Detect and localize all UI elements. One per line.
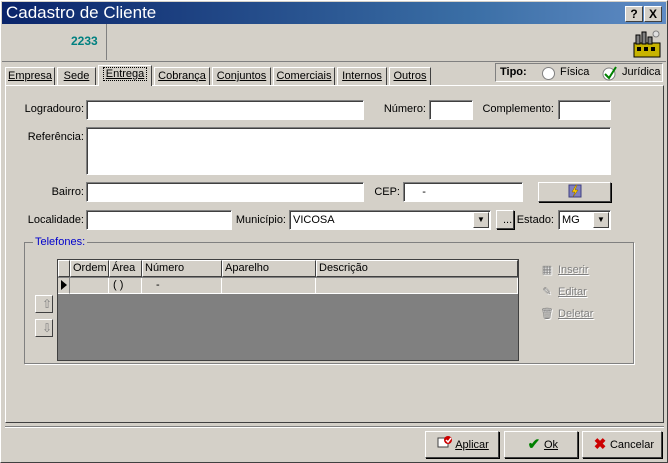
tipo-label: Tipo: bbox=[500, 66, 527, 78]
insert-icon: ▦ bbox=[541, 264, 553, 276]
cep-input[interactable]: - bbox=[403, 182, 523, 202]
code-panel: 2233 bbox=[3, 24, 107, 60]
estado-value: MG bbox=[562, 214, 580, 226]
close-icon: ✖ bbox=[593, 436, 607, 454]
numero-input[interactable] bbox=[429, 100, 473, 120]
check-icon[interactable] bbox=[602, 66, 618, 81]
ok-button[interactable]: ✔ Ok bbox=[504, 431, 578, 458]
factory-icon bbox=[633, 30, 661, 58]
cep-search-button[interactable] bbox=[538, 182, 611, 202]
apply-icon bbox=[435, 433, 455, 457]
col-numero[interactable]: Número bbox=[142, 260, 222, 277]
logradouro-label: Logradouro: bbox=[24, 103, 84, 115]
telefones-group: Telefones: ⇧ ⇩ Ordem Área Número Aparelh… bbox=[24, 236, 634, 364]
help-button[interactable]: ? bbox=[625, 6, 643, 22]
cell-area[interactable]: ( ) bbox=[109, 278, 142, 294]
cell-numero[interactable]: - bbox=[142, 278, 222, 294]
estado-label: Estado: bbox=[516, 214, 554, 226]
trash-icon: 🗑 bbox=[540, 308, 554, 320]
complemento-input[interactable] bbox=[558, 100, 611, 120]
localidade-input[interactable] bbox=[86, 210, 232, 230]
bairro-label: Bairro: bbox=[51, 186, 84, 198]
radio-fisica[interactable] bbox=[542, 67, 555, 80]
tipo-group: Tipo: Física Jurídica bbox=[495, 63, 663, 82]
cancelar-button[interactable]: ✖ Cancelar bbox=[582, 431, 662, 458]
cell-descricao[interactable] bbox=[316, 278, 518, 294]
referencia-textarea[interactable] bbox=[86, 127, 611, 175]
localidade-label: Localidade: bbox=[27, 214, 84, 226]
close-button[interactable]: X bbox=[644, 6, 662, 22]
table-row[interactable] bbox=[70, 278, 109, 294]
inserir-button[interactable]: ▦ Inserir bbox=[539, 263, 589, 276]
check-icon: ✔ bbox=[527, 436, 541, 454]
header-area: 2233 bbox=[2, 24, 666, 62]
tab-internos[interactable]: Internos bbox=[337, 67, 387, 85]
col-aparelho[interactable]: Aparelho bbox=[222, 260, 316, 277]
col-ordem[interactable]: Ordem bbox=[70, 260, 109, 277]
estado-select[interactable]: MG ▼ bbox=[558, 210, 611, 230]
logradouro-input[interactable] bbox=[86, 100, 364, 120]
juridica-label: Jurídica bbox=[622, 66, 661, 78]
tab-cobranca[interactable]: Cobrança bbox=[154, 67, 210, 85]
fisica-label: Física bbox=[560, 66, 590, 78]
tab-empresa[interactable]: Empresa bbox=[5, 67, 55, 85]
tab-sede[interactable]: Sede bbox=[57, 67, 96, 85]
edit-icon: ✎ bbox=[542, 286, 552, 298]
title-bar: Cadastro de Cliente ? X bbox=[2, 2, 666, 24]
col-area[interactable]: Área bbox=[109, 260, 142, 277]
aplicar-button[interactable]: Aplicar bbox=[425, 431, 499, 458]
numero-label: Número: bbox=[383, 103, 426, 115]
lightning-icon bbox=[568, 184, 581, 198]
move-down-icon[interactable]: ⇩ bbox=[35, 319, 53, 337]
grid-corner bbox=[58, 260, 70, 277]
tab-conjuntos[interactable]: Conjuntos bbox=[212, 67, 271, 85]
municipio-lookup-button[interactable]: ... bbox=[496, 210, 514, 229]
chevron-down-icon[interactable]: ▼ bbox=[593, 212, 609, 228]
complemento-label: Complemento: bbox=[482, 103, 554, 115]
telefones-grid[interactable]: Ordem Área Número Aparelho Descrição ( )… bbox=[57, 259, 519, 361]
deletar-button[interactable]: 🗑 Deletar bbox=[539, 307, 593, 320]
cadastro-window: Cadastro de Cliente ? X 2233 Empresa Sed… bbox=[0, 0, 668, 463]
col-descricao[interactable]: Descrição bbox=[316, 260, 518, 277]
bairro-input[interactable] bbox=[86, 182, 364, 202]
municipio-label: Município: bbox=[235, 214, 286, 226]
row-indicator-icon[interactable] bbox=[58, 278, 70, 294]
tab-entrega[interactable]: Entrega bbox=[98, 65, 152, 86]
editar-button[interactable]: ✎ Editar bbox=[539, 285, 586, 298]
cep-label: CEP: bbox=[374, 186, 400, 198]
entrega-panel: Logradouro: Número: Complemento: Referên… bbox=[5, 85, 664, 423]
cell-aparelho[interactable] bbox=[222, 278, 316, 294]
tab-comerciais[interactable]: Comerciais bbox=[273, 67, 335, 85]
municipio-value: VICOSA bbox=[293, 214, 335, 226]
bottom-divider bbox=[5, 426, 664, 428]
tab-outros[interactable]: Outros bbox=[389, 67, 431, 85]
window-title: Cadastro de Cliente bbox=[6, 3, 157, 22]
telefones-title: Telefones: bbox=[33, 236, 88, 248]
municipio-select[interactable]: VICOSA ▼ bbox=[289, 210, 491, 230]
referencia-label: Referência: bbox=[27, 131, 84, 143]
client-code: 2233 bbox=[71, 34, 98, 48]
move-up-icon[interactable]: ⇧ bbox=[35, 295, 53, 313]
chevron-down-icon[interactable]: ▼ bbox=[473, 212, 489, 228]
